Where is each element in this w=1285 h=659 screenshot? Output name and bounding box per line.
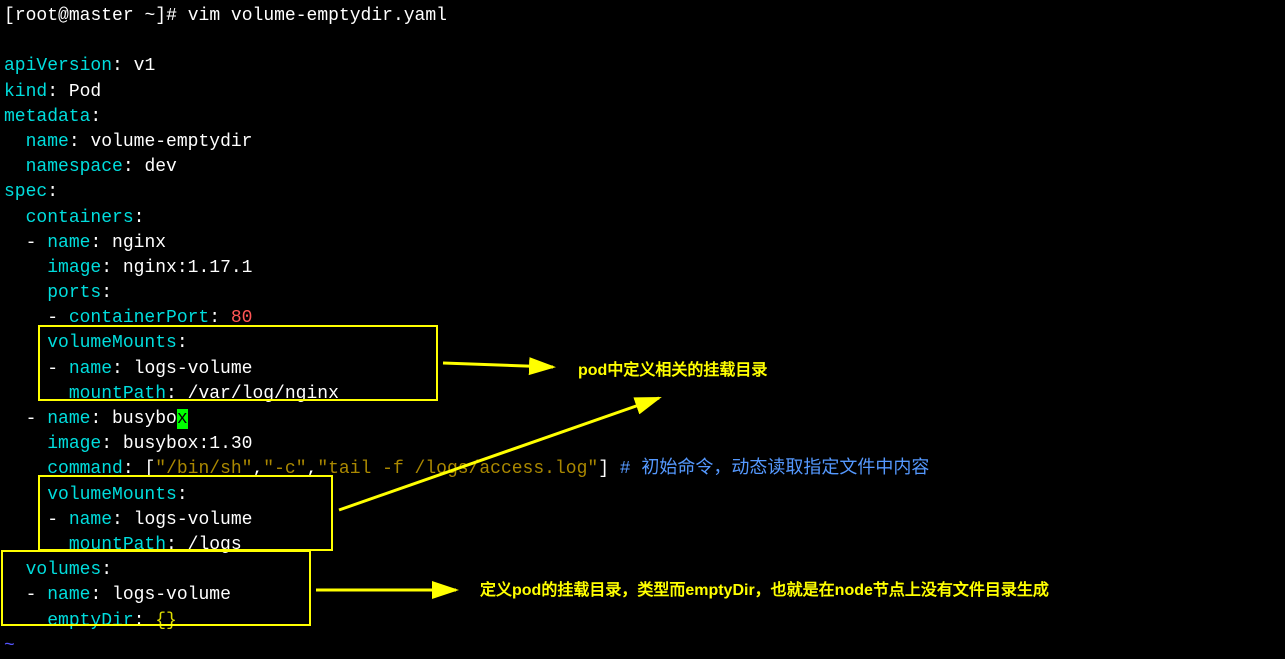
yaml-line: - name: logs-volume (4, 508, 1281, 533)
yaml-line: metadata: (4, 105, 1281, 130)
yaml-line: emptyDir: {} (4, 609, 1281, 634)
yaml-line: mountPath: /var/log/nginx (4, 382, 1281, 407)
prompt-line: [root@master ~]# vim volume-emptydir.yam… (4, 4, 1281, 29)
yaml-line: image: nginx:1.17.1 (4, 256, 1281, 281)
annotation-2: 定义pod的挂载目录，类型而emptyDir，也就是在node节点上没有文件目录… (480, 580, 1049, 602)
yaml-line: image: busybox:1.30 (4, 432, 1281, 457)
yaml-line: volumeMounts: (4, 331, 1281, 356)
yaml-line: name: volume-emptydir (4, 130, 1281, 155)
yaml-line: command: ["/bin/sh","-c","tail -f /logs/… (4, 457, 1281, 482)
yaml-line: mountPath: /logs (4, 533, 1281, 558)
vim-tilde: ~ (4, 634, 1281, 659)
yaml-line: spec: (4, 180, 1281, 205)
yaml-line: ports: (4, 281, 1281, 306)
cursor: x (177, 409, 188, 429)
annotation-1: pod中定义相关的挂载目录 (578, 360, 767, 382)
yaml-line: containers: (4, 206, 1281, 231)
yaml-line: apiVersion: v1 (4, 54, 1281, 79)
yaml-line: volumeMounts: (4, 483, 1281, 508)
yaml-line: - name: busybox (4, 407, 1281, 432)
yaml-line: - containerPort: 80 (4, 306, 1281, 331)
yaml-line: namespace: dev (4, 155, 1281, 180)
terminal-window[interactable]: [root@master ~]# vim volume-emptydir.yam… (4, 4, 1281, 659)
yaml-line: - name: nginx (4, 231, 1281, 256)
yaml-line: kind: Pod (4, 80, 1281, 105)
